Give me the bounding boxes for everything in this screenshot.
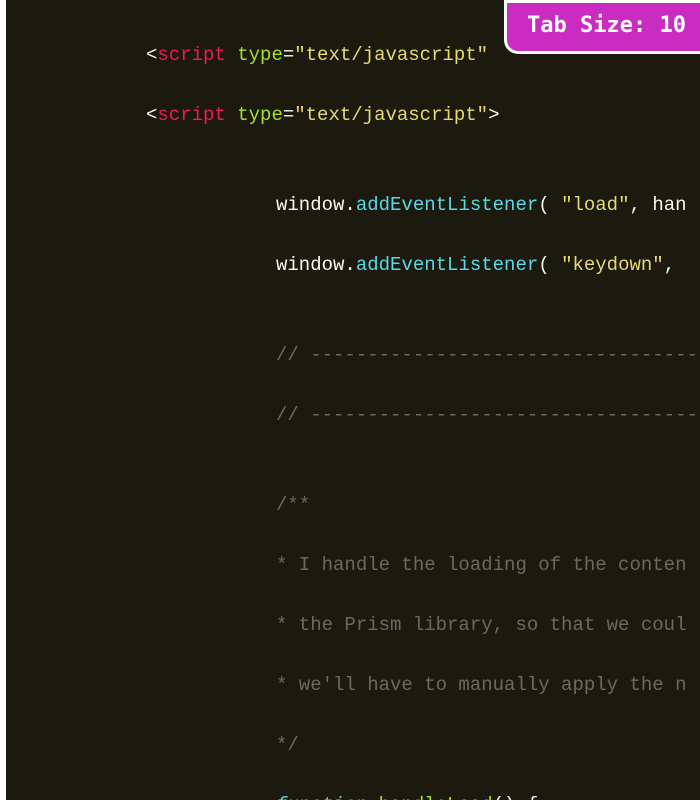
tab-size-label: Tab Size: 10 <box>527 13 686 38</box>
code-line: /** <box>6 490 700 520</box>
code-line: */ <box>6 730 700 760</box>
code-line: * we'll have to manually apply the n <box>6 670 700 700</box>
code-line: <script type="text/javascript"> <box>6 100 700 130</box>
code-line: function handleLoad() { <box>6 790 700 800</box>
code-line: window.addEventListener( "load", han <box>6 190 700 220</box>
code-line: // ------------------------------------ <box>6 400 700 430</box>
code-editor[interactable]: <script type="text/javascript" <script t… <box>6 0 700 800</box>
tab-size-badge[interactable]: Tab Size: 10 <box>504 0 700 54</box>
code-line: * I handle the loading of the conten <box>6 550 700 580</box>
code-line: * the Prism library, so that we coul <box>6 610 700 640</box>
code-line: window.addEventListener( "keydown", <box>6 250 700 280</box>
code-line: // ------------------------------------ <box>6 340 700 370</box>
